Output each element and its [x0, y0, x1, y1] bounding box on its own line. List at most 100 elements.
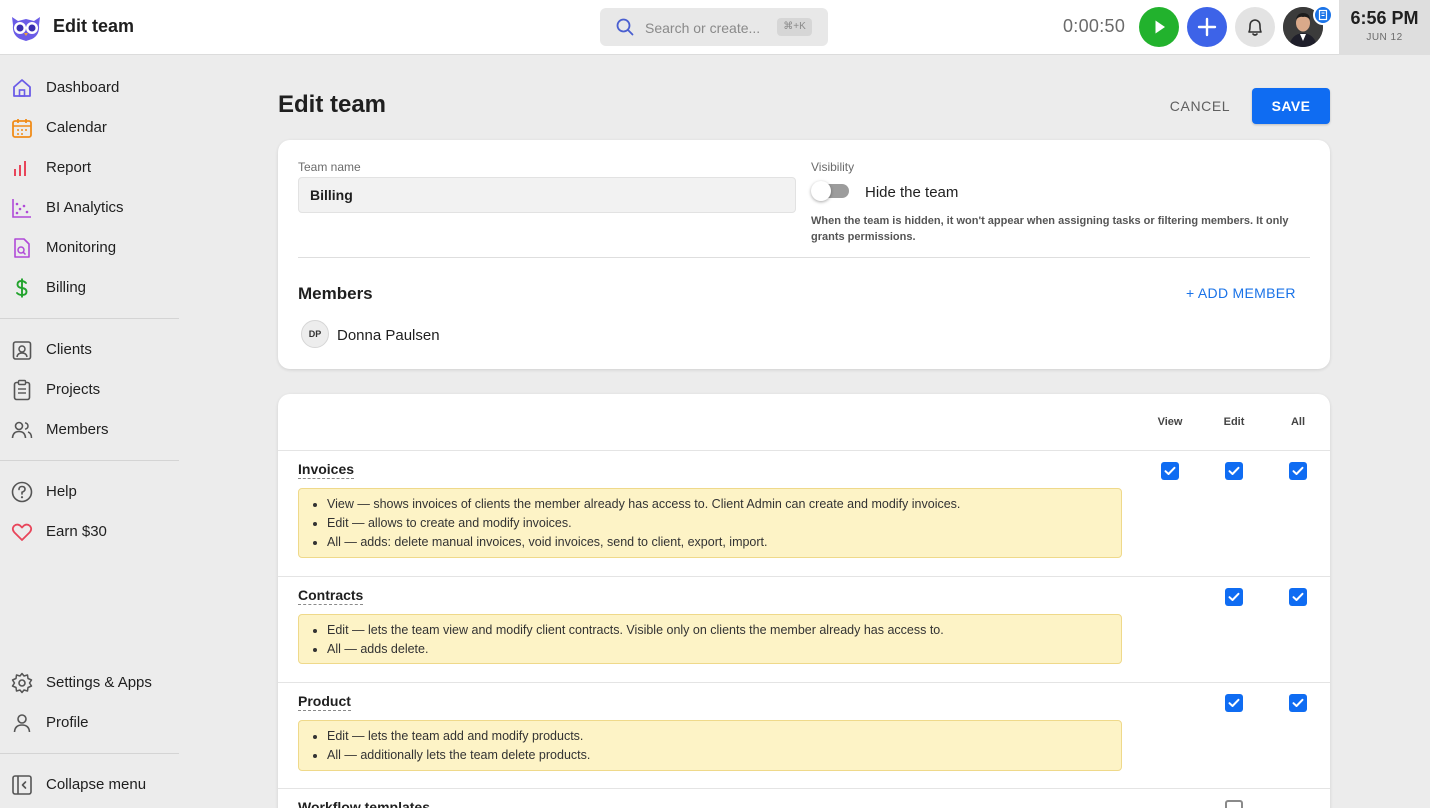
checkbox-contracts-all[interactable] — [1289, 588, 1307, 606]
person-icon — [13, 714, 31, 733]
sidebar-item-label: Help — [46, 483, 77, 500]
check-icon — [1228, 592, 1240, 601]
play-icon — [1155, 20, 1165, 34]
clock-time: 6:56 PM — [1350, 8, 1419, 28]
member-avatar: DP — [301, 320, 329, 348]
sidebar-item-label: Collapse menu — [46, 776, 147, 793]
permissions-card: View Edit All Invoices View — shows invo… — [278, 394, 1330, 808]
app-title: Edit team — [53, 16, 135, 36]
sidebar-item-profile[interactable]: Profile — [0, 702, 180, 742]
check-icon — [1292, 466, 1304, 475]
hide-team-toggle[interactable] — [811, 181, 849, 201]
team-details-card: Team name Visibility Hide the team When … — [278, 140, 1330, 369]
permission-description: Edit — lets the team add and modify prod… — [298, 720, 1122, 771]
sidebar-item-label: Members — [46, 421, 109, 438]
column-header-edit: Edit — [1223, 416, 1245, 428]
team-name-input[interactable] — [298, 177, 796, 213]
column-header-view: View — [1157, 416, 1183, 428]
member-name[interactable]: Donna Paulsen — [337, 327, 440, 344]
permission-description: Edit — lets the team view and modify cli… — [298, 614, 1122, 664]
page-title: Edit team — [278, 91, 387, 118]
column-header-all: All — [1290, 416, 1306, 428]
sidebar-item-label: Monitoring — [46, 239, 117, 256]
sidebar-item-clients[interactable]: Clients — [0, 329, 180, 369]
team-name-label: Team name — [298, 160, 361, 174]
clock-panel: 6:56 PM JUN 12 — [1339, 0, 1430, 55]
search-bar[interactable]: Search or create... ⌘+K — [600, 8, 828, 46]
scatter-chart-icon — [12, 199, 31, 218]
sidebar-item-projects[interactable]: Projects — [0, 369, 180, 409]
add-member-button[interactable]: + ADD MEMBER — [1186, 285, 1296, 301]
visibility-label: Visibility — [811, 160, 855, 174]
sidebar-item-label: Settings & Apps — [46, 674, 152, 691]
check-icon — [1292, 698, 1304, 707]
workspace-badge[interactable] — [1313, 5, 1333, 25]
checkbox-product-edit[interactable] — [1225, 694, 1243, 712]
permission-bullet: All — adds: delete manual invoices, void… — [327, 533, 1111, 552]
create-button[interactable] — [1187, 7, 1227, 47]
card-divider — [298, 257, 1310, 258]
sidebar-item-help[interactable]: Help — [0, 471, 180, 511]
sidebar: Dashboard Calendar Report BI Analytics M… — [0, 56, 180, 808]
help-icon — [11, 481, 33, 503]
sidebar-item-label: BI Analytics — [46, 199, 124, 216]
top-bar: Edit team Search or create... ⌘+K 0:00:5… — [0, 0, 1430, 55]
sidebar-item-dashboard[interactable]: Dashboard — [0, 67, 180, 107]
search-shortcut-badge: ⌘+K — [777, 18, 812, 36]
sidebar-divider — [0, 460, 179, 461]
checkbox-product-all[interactable] — [1289, 694, 1307, 712]
clipboard-icon — [13, 379, 31, 401]
sidebar-item-label: Billing — [46, 279, 87, 296]
check-icon — [1228, 698, 1240, 707]
monitoring-icon — [14, 238, 30, 258]
sidebar-item-collapse-menu[interactable]: Collapse menu — [0, 764, 180, 804]
checkbox-invoices-edit[interactable] — [1225, 462, 1243, 480]
heart-icon — [11, 523, 33, 541]
hide-team-label: Hide the team — [865, 184, 959, 201]
sidebar-item-calendar[interactable]: Calendar — [0, 107, 180, 147]
permission-title[interactable]: Invoices — [298, 461, 355, 479]
dollar-icon — [16, 278, 28, 298]
owl-logo-icon[interactable] — [8, 11, 44, 43]
notifications-button[interactable] — [1235, 7, 1275, 47]
sidebar-divider — [0, 318, 179, 319]
permission-bullet: Edit — lets the team view and modify cli… — [327, 621, 1111, 640]
plus-icon — [1197, 17, 1217, 37]
sidebar-item-billing[interactable]: Billing — [0, 267, 180, 307]
checkbox-invoices-all[interactable] — [1289, 462, 1307, 480]
sidebar-item-report[interactable]: Report — [0, 147, 180, 187]
sidebar-item-label: Calendar — [46, 119, 107, 136]
permission-bullet: Edit — lets the team add and modify prod… — [327, 727, 1111, 746]
sidebar-item-earn[interactable]: Earn $30 — [0, 511, 180, 551]
sidebar-item-label: Clients — [46, 341, 92, 358]
gear-icon — [11, 672, 33, 694]
permission-description: View — shows invoices of clients the mem… — [298, 488, 1122, 558]
sidebar-item-label: Projects — [46, 381, 101, 398]
timer-display[interactable]: 0:00:50 — [1063, 16, 1125, 37]
checkbox-invoices-view[interactable] — [1161, 462, 1179, 480]
permission-bullet: Edit — allows to create and modify invoi… — [327, 514, 1111, 533]
members-heading: Members — [298, 284, 373, 303]
sidebar-item-label: Dashboard — [46, 79, 120, 96]
cancel-button[interactable]: CANCEL — [1158, 88, 1242, 124]
permission-title[interactable]: Workflow templates — [298, 799, 430, 808]
search-icon — [616, 18, 634, 36]
bell-icon — [1248, 19, 1262, 36]
sidebar-divider — [0, 753, 179, 754]
checkbox-workflow-templates-edit[interactable] — [1225, 800, 1243, 808]
check-icon — [1164, 466, 1176, 475]
save-button[interactable]: SAVE — [1252, 88, 1330, 124]
permission-title[interactable]: Product — [298, 693, 351, 711]
search-placeholder: Search or create... — [645, 20, 761, 36]
sidebar-item-label: Earn $30 — [46, 523, 107, 540]
permission-title[interactable]: Contracts — [298, 587, 364, 605]
start-timer-button[interactable] — [1139, 7, 1179, 47]
home-icon — [13, 79, 31, 97]
checkbox-contracts-edit[interactable] — [1225, 588, 1243, 606]
sidebar-item-monitoring[interactable]: Monitoring — [0, 227, 180, 267]
sidebar-item-bi-analytics[interactable]: BI Analytics — [0, 187, 180, 227]
permission-row-product: Product Edit — lets the team add and mod… — [278, 682, 1330, 788]
sidebar-item-settings[interactable]: Settings & Apps — [0, 662, 180, 702]
sidebar-item-members[interactable]: Members — [0, 409, 180, 449]
permission-row-contracts: Contracts Edit — lets the team view and … — [278, 576, 1330, 682]
